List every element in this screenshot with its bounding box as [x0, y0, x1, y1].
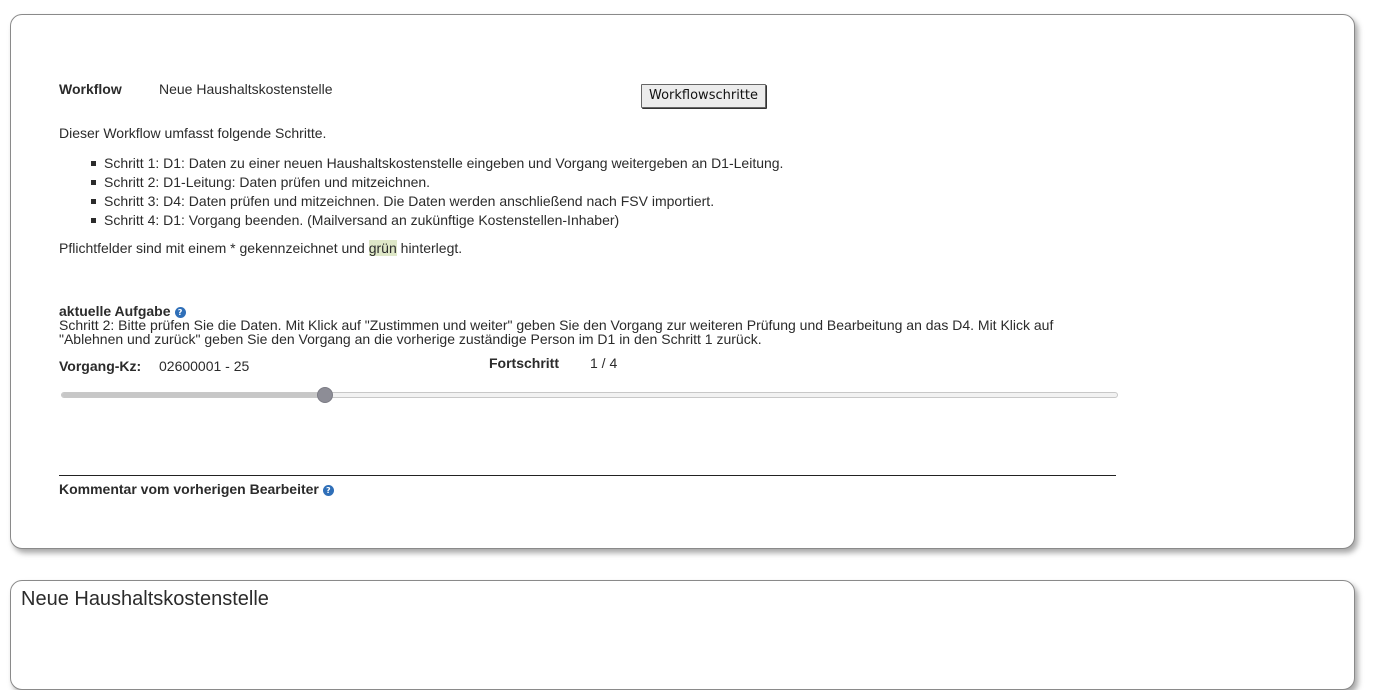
workflow-panel: Workflow Neue Haushaltskostenstelle Work… — [10, 14, 1355, 549]
progress-slider-thumb[interactable] — [317, 387, 334, 403]
list-item: Schritt 4: D1: Vorgang beenden. (Mailver… — [58, 211, 783, 230]
bullet-icon — [91, 199, 96, 204]
previous-comment-heading: Kommentar vom vorherigen Bearbeiter? — [59, 481, 334, 498]
process-id-value: 02600001 - 25 — [159, 358, 250, 374]
divider — [59, 475, 1116, 476]
workflow-label: Workflow — [59, 81, 122, 97]
workflow-steps-list: Schritt 1: D1: Daten zu einer neuen Haus… — [58, 154, 783, 230]
current-task-text: Schritt 2: Bitte prüfen Sie die Daten. M… — [59, 317, 1054, 347]
form-panel: Neue Haushaltskostenstelle — [10, 580, 1355, 690]
list-item: Schritt 3: D4: Daten prüfen und mitzeich… — [58, 192, 783, 211]
required-highlight: grün — [368, 240, 397, 256]
progress-slider-track — [61, 392, 1118, 398]
workflow-intro: Dieser Workflow umfasst folgende Schritt… — [59, 125, 327, 141]
bullet-icon — [91, 161, 96, 166]
progress-slider-fill — [62, 393, 326, 397]
bullet-icon — [91, 218, 96, 223]
process-id-label: Vorgang-Kz: — [59, 358, 142, 374]
list-item: Schritt 2: D1-Leitung: Daten prüfen und … — [58, 173, 783, 192]
form-title: Neue Haushaltskostenstelle — [21, 588, 269, 610]
list-item: Schritt 1: D1: Daten zu einer neuen Haus… — [58, 154, 783, 173]
help-icon[interactable]: ? — [322, 485, 334, 496]
required-fields-note: Pflichtfelder sind mit einem * gekennzei… — [59, 240, 463, 256]
progress-label: Fortschritt — [489, 355, 559, 371]
progress-value: 1 / 4 — [590, 355, 618, 371]
bullet-icon — [91, 180, 96, 185]
workflow-name: Neue Haushaltskostenstelle — [159, 81, 333, 97]
workflow-steps-button[interactable]: Workflowschritte — [641, 84, 767, 108]
